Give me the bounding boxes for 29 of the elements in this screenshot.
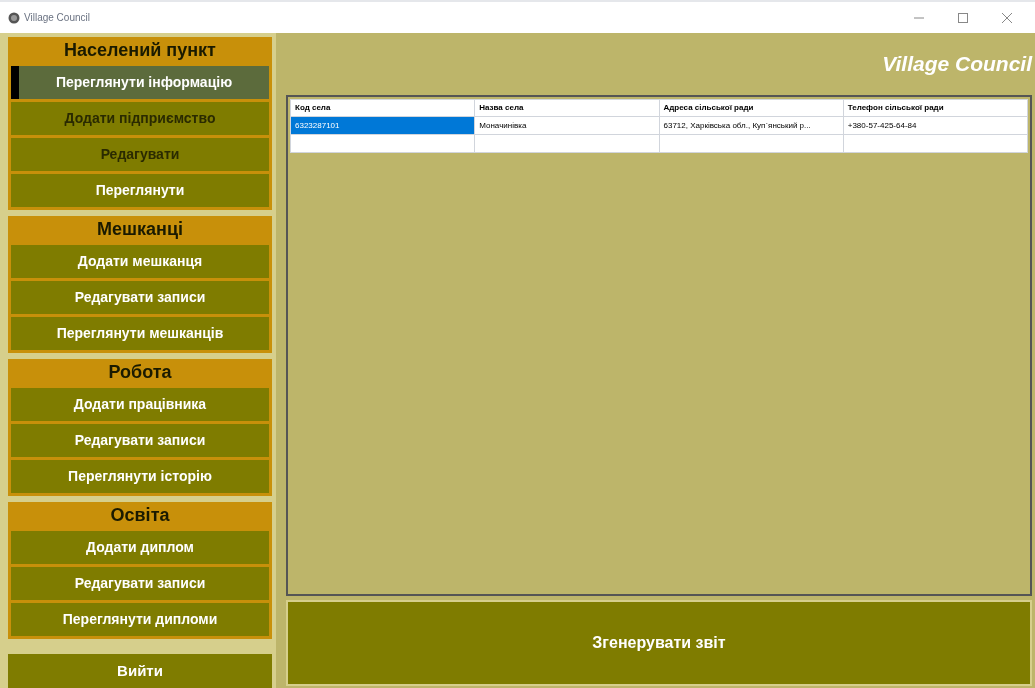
menu-item[interactable]: Переглянути мешканців: [11, 317, 269, 350]
column-header[interactable]: Назва села: [474, 99, 659, 117]
menu-item[interactable]: Редагувати записи: [11, 281, 269, 314]
column-header[interactable]: Код села: [290, 99, 475, 117]
section-header: Робота: [107, 360, 173, 384]
section-header: Населений пункт: [63, 38, 217, 62]
menu-item[interactable]: Додати працівника: [11, 388, 269, 421]
header-title: Village Council: [882, 51, 1032, 78]
column-header[interactable]: Телефон сільської ради: [843, 99, 1028, 117]
section-header: Освіта: [109, 503, 171, 527]
app-icon: [8, 11, 20, 24]
generate-report-button[interactable]: Згенерувати звіт: [286, 600, 1032, 686]
close-icon: [1002, 12, 1012, 23]
maximize-icon: [958, 12, 968, 23]
menu-item[interactable]: Редагувати записи: [11, 567, 269, 600]
menu-item[interactable]: Переглянути інформацію: [11, 66, 269, 99]
menu-item[interactable]: Переглянути дипломи: [11, 603, 269, 636]
section-header: Мешканці: [96, 217, 184, 241]
table-cell: 63712, Харківська обл., Куп`янський р...: [659, 116, 844, 135]
menu-item[interactable]: Додати диплом: [11, 531, 269, 564]
column-header[interactable]: Адреса сільської ради: [659, 99, 844, 117]
window-title: Village Council: [24, 11, 90, 25]
menu-item[interactable]: Переглянути: [11, 174, 269, 207]
table-cell: +380-57-425-64-84: [843, 116, 1028, 135]
table-cell: Моначинівка: [474, 116, 659, 135]
menu-item[interactable]: Додати мешканця: [11, 245, 269, 278]
menu-item[interactable]: Редагувати записи: [11, 424, 269, 457]
exit-button[interactable]: Вийти: [8, 654, 272, 688]
menu-item[interactable]: Переглянути історію: [11, 460, 269, 493]
